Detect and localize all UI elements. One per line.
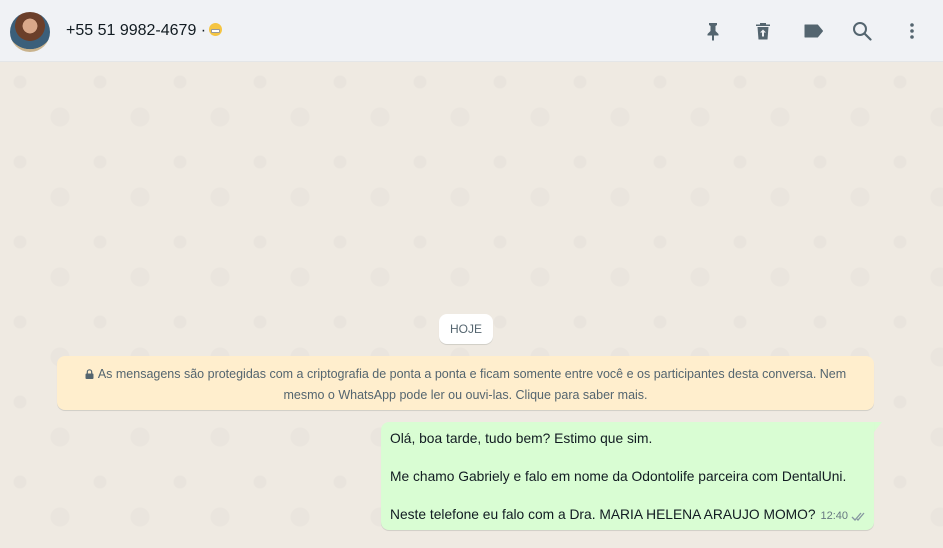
chat-header: +55 51 9982-4679 ·: [0, 0, 943, 62]
delete-icon: [756, 23, 770, 40]
message-meta: 12:40: [820, 507, 867, 526]
label-icon: [804, 24, 823, 38]
contact-name-text: +55 51 9982-4679 ·: [66, 22, 207, 39]
message-time: 12:40: [820, 510, 848, 522]
encryption-notice-text: As mensagens são protegidas com a cripto…: [97, 367, 847, 402]
menu-button[interactable]: [899, 18, 925, 44]
message-line: Neste telefone eu falo com a Dra. MARIA …: [390, 507, 816, 522]
delete-button[interactable]: [750, 18, 776, 44]
message-tail: [874, 422, 882, 432]
message-line: Me chamo Gabriely e falo em nome da Odon…: [390, 469, 847, 484]
lock-icon: [85, 369, 94, 379]
label-button[interactable]: [800, 18, 826, 44]
search-button[interactable]: [849, 18, 875, 44]
pin-icon: [707, 23, 719, 41]
contact-name[interactable]: +55 51 9982-4679 ·: [66, 22, 223, 40]
encryption-notice[interactable]: As mensagens são protegidas com a cripto…: [57, 356, 874, 410]
pin-button[interactable]: [700, 18, 726, 44]
outgoing-message[interactable]: Olá, boa tarde, tudo bem? Estimo que sim…: [381, 422, 874, 530]
date-chip: HOJE: [439, 314, 493, 344]
message-line: Olá, boa tarde, tudo bem? Estimo que sim…: [390, 431, 653, 446]
contact-avatar[interactable]: [10, 12, 50, 52]
menu-icon: [910, 23, 914, 39]
mask-emoji-icon: [209, 23, 223, 36]
double-check-icon: [851, 512, 865, 521]
search-icon: [853, 22, 872, 41]
